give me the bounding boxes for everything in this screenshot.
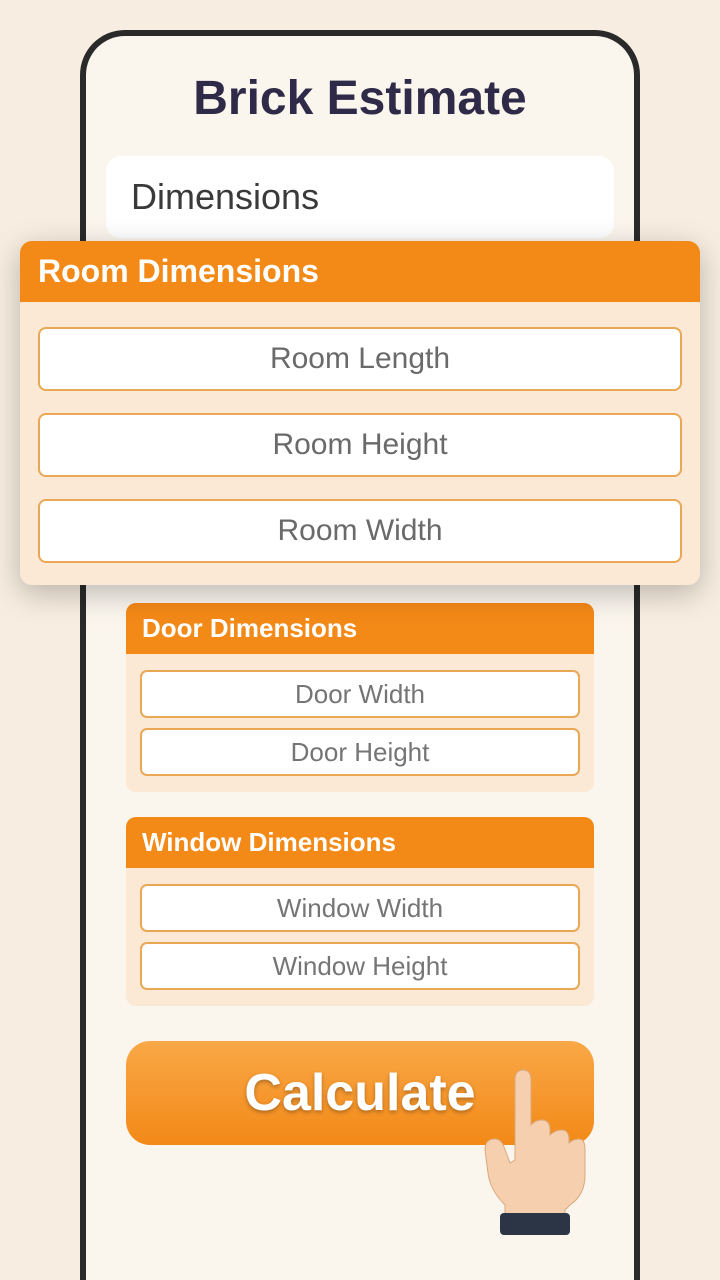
door-width-input[interactable] (140, 670, 580, 718)
pointer-hand-icon (470, 1065, 590, 1240)
window-section: Window Dimensions (126, 817, 594, 1006)
room-section: Room Dimensions (20, 241, 700, 585)
calculate-button-label: Calculate (244, 1063, 475, 1123)
page-title: Brick Estimate (106, 71, 614, 126)
room-header-text: Room Dimensions (38, 253, 682, 290)
window-header-text: Window Dimensions (142, 827, 578, 858)
room-length-input[interactable] (38, 327, 682, 391)
window-header: Window Dimensions (126, 817, 594, 868)
room-width-input[interactable] (38, 499, 682, 563)
door-height-input[interactable] (140, 728, 580, 776)
door-header: Door Dimensions (126, 603, 594, 654)
window-height-input[interactable] (140, 942, 580, 990)
dimensions-card: Dimensions (106, 156, 614, 238)
room-header: Room Dimensions (20, 241, 700, 302)
door-section: Door Dimensions (126, 603, 594, 792)
dimensions-label: Dimensions (131, 176, 589, 218)
window-width-input[interactable] (140, 884, 580, 932)
room-height-input[interactable] (38, 413, 682, 477)
door-header-text: Door Dimensions (142, 613, 578, 644)
